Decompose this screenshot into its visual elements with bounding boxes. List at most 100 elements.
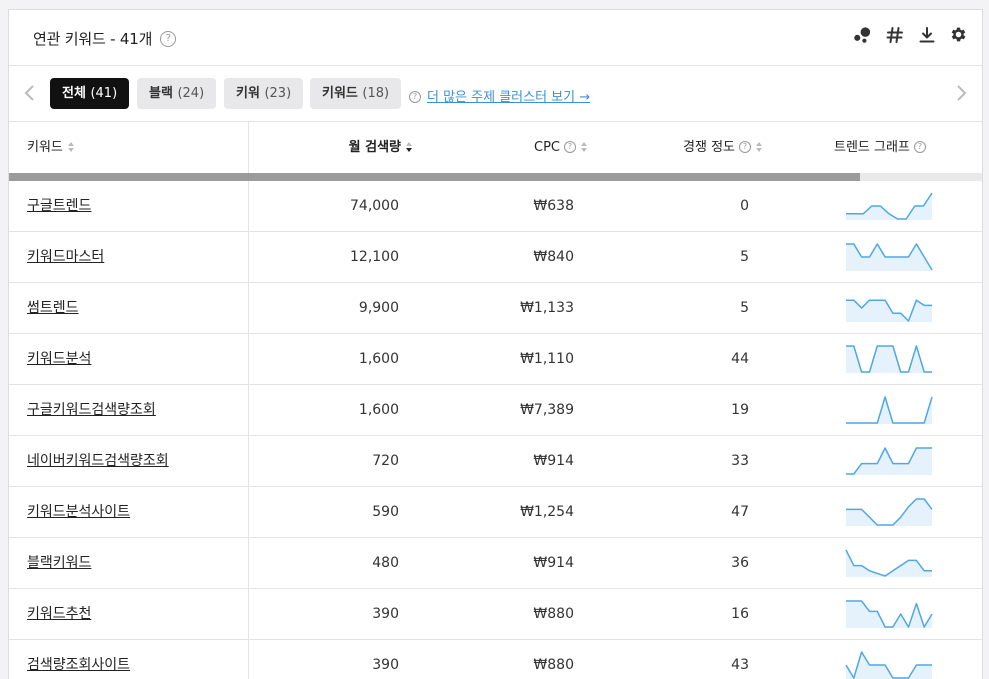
sort-desc-icon xyxy=(406,141,412,152)
keyword-link[interactable]: 구글트렌드 xyxy=(27,181,91,231)
download-icon[interactable] xyxy=(917,25,936,44)
column-divider xyxy=(248,436,249,486)
sort-icon xyxy=(756,141,762,152)
more-clusters-text: 더 많은 주제 클러스터 보기 → xyxy=(427,90,591,105)
cpc-value: ₩638 xyxy=(533,198,574,214)
tab-count: (23) xyxy=(264,86,292,101)
cpc-value: ₩880 xyxy=(533,606,574,622)
sort-icon xyxy=(67,141,74,152)
column-divider xyxy=(248,385,249,435)
keyword-link[interactable]: 키워드마스터 xyxy=(27,232,104,282)
panel-header: 연관 키워드 - 41개? xyxy=(9,10,982,66)
keyword-link[interactable]: 썸트렌드 xyxy=(27,283,79,333)
column-divider xyxy=(248,181,249,231)
competition-value: 16 xyxy=(731,606,749,622)
competition-value: 43 xyxy=(731,657,749,673)
keyword-link[interactable]: 구글키워드검색량조회 xyxy=(27,385,156,435)
table-row[interactable]: 키워드분석사이트 590 ₩1,254 47 xyxy=(9,486,982,537)
sparkline-area xyxy=(846,448,932,475)
tab-label: 블랙 xyxy=(149,86,173,101)
help-icon: ? xyxy=(739,140,751,153)
keyword-link[interactable]: 키워드추천 xyxy=(27,589,91,639)
related-keywords-panel: 연관 키워드 - 41개? 전체 (41) 블랙 (24) 키워 (23) 키워… xyxy=(8,9,983,679)
competition-value: 0 xyxy=(740,198,749,214)
help-icon: ? xyxy=(564,140,576,153)
trend-sparkline xyxy=(846,299,932,322)
sparkline-area xyxy=(846,300,932,322)
keyword-link[interactable]: 키워드분석사이트 xyxy=(27,487,130,537)
header-toolbar xyxy=(853,25,968,44)
chevron-right-icon[interactable] xyxy=(954,84,968,102)
cpc-value: ₩914 xyxy=(533,555,574,571)
tab-keyword[interactable]: 키워드 (18) xyxy=(310,78,402,109)
keyword-link[interactable]: 검색량조회사이트 xyxy=(27,640,130,679)
competition-value: 33 xyxy=(731,453,749,469)
tab-count: (41) xyxy=(90,86,118,101)
competition-value: 5 xyxy=(740,249,749,265)
tab-black[interactable]: 블랙 (24) xyxy=(137,78,217,109)
competition-value: 47 xyxy=(731,504,749,520)
help-icon: ? xyxy=(409,90,421,103)
competition-value: 44 xyxy=(731,351,749,367)
more-clusters-link[interactable]: ? 더 많은 주제 클러스터 보기 → xyxy=(409,86,590,105)
table-row[interactable]: 블랙키워드 480 ₩914 36 xyxy=(9,537,982,588)
column-cpc[interactable]: CPC? xyxy=(534,122,588,173)
column-divider xyxy=(248,232,249,282)
search-volume: 390 xyxy=(372,657,399,673)
table-body: 구글트렌드 74,000 ₩638 0 키워드마스터 12,100 ₩840 5 썸트렌드 9,9… xyxy=(9,181,982,679)
tab-label: 전체 xyxy=(62,86,86,101)
cpc-value: ₩7,389 xyxy=(520,402,574,418)
trend-sparkline xyxy=(845,651,932,679)
column-divider xyxy=(248,640,249,679)
competition-value: 36 xyxy=(731,555,749,571)
tab-all[interactable]: 전체 (41) xyxy=(50,78,130,109)
help-icon[interactable]: ? xyxy=(913,140,926,153)
cpc-value: ₩1,254 xyxy=(520,504,574,520)
table-row[interactable]: 키워드마스터 12,100 ₩840 5 xyxy=(9,231,982,282)
column-divider xyxy=(248,334,249,384)
cluster-icon[interactable] xyxy=(853,25,872,44)
search-volume: 720 xyxy=(372,453,399,469)
tab-label: 키워 xyxy=(236,86,260,101)
hashtag-icon[interactable] xyxy=(885,25,904,44)
search-volume: 12,100 xyxy=(350,249,399,265)
table-row[interactable]: 구글트렌드 74,000 ₩638 0 xyxy=(9,181,982,231)
cluster-tabs: 전체 (41) 블랙 (24) 키워 (23) 키워드 (18) ? 더 많은 주… xyxy=(9,66,982,122)
table-row[interactable]: 썸트렌드 9,900 ₩1,133 5 xyxy=(9,282,982,333)
column-label: 경쟁 정도 xyxy=(683,140,735,155)
tab-count: (24) xyxy=(177,86,205,101)
trend-sparkline xyxy=(846,345,932,373)
cpc-value: ₩1,110 xyxy=(520,351,574,367)
keyword-link[interactable]: 키워드분석 xyxy=(27,334,91,384)
column-volume[interactable]: 월 검색량 xyxy=(349,122,413,173)
column-divider xyxy=(248,122,249,173)
scroll-progress-fill xyxy=(9,173,861,181)
panel-title: 연관 키워드 - 41개? xyxy=(33,28,177,49)
scroll-progress-bar[interactable] xyxy=(9,173,982,181)
help-icon[interactable]: ? xyxy=(160,30,177,47)
competition-value: 19 xyxy=(731,402,749,418)
column-label: CPC xyxy=(534,140,560,155)
column-divider xyxy=(248,589,249,639)
panel-title-text: 연관 키워드 - 41개 xyxy=(33,30,153,48)
cpc-value: ₩880 xyxy=(533,657,574,673)
table-row[interactable]: 키워드추천 390 ₩880 16 xyxy=(9,588,982,639)
column-divider xyxy=(248,283,249,333)
search-volume: 1,600 xyxy=(358,402,399,418)
column-keyword[interactable]: 키워드 xyxy=(27,122,75,173)
search-volume: 480 xyxy=(372,555,399,571)
keyword-link[interactable]: 네이버키워드검색량조회 xyxy=(27,436,169,486)
column-divider xyxy=(248,538,249,588)
table-row[interactable]: 검색량조회사이트 390 ₩880 43 xyxy=(9,639,982,679)
table-row[interactable]: 구글키워드검색량조회 1,600 ₩7,389 19 xyxy=(9,384,982,435)
table-row[interactable]: 키워드분석 1,600 ₩1,110 44 xyxy=(9,333,982,384)
settings-icon[interactable] xyxy=(949,25,968,44)
chevron-left-icon[interactable] xyxy=(23,84,37,102)
keyword-link[interactable]: 블랙키워드 xyxy=(27,538,91,588)
tab-kiwi[interactable]: 키워 (23) xyxy=(224,78,304,109)
sort-icon xyxy=(581,141,587,152)
search-volume: 590 xyxy=(372,504,399,520)
column-competition[interactable]: 경쟁 정도? xyxy=(683,122,763,173)
column-trend: 트렌드 그래프? xyxy=(834,122,926,173)
table-row[interactable]: 네이버키워드검색량조회 720 ₩914 33 xyxy=(9,435,982,486)
